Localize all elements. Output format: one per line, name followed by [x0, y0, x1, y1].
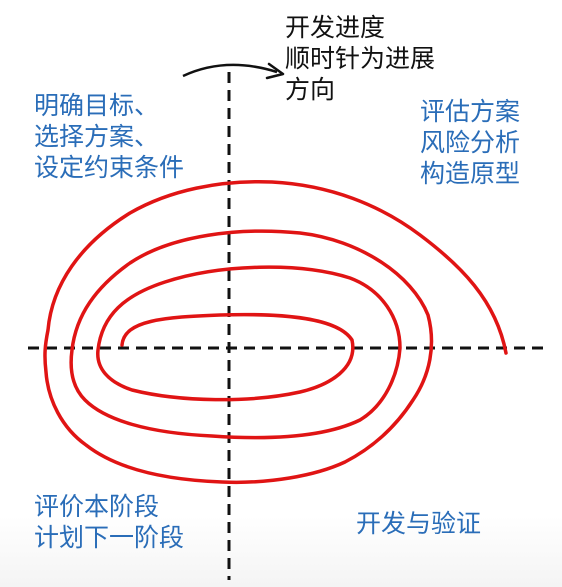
quadrant-bottom-left-label: 评价本阶段 计划下一阶段: [34, 491, 184, 553]
direction-line-2: 顺时针为进展: [285, 44, 436, 73]
quadrant-bottom-right-label: 开发与验证: [356, 508, 481, 539]
quadrant-top-left-label: 明确目标、 选择方案、 设定约束条件: [34, 90, 184, 183]
quadrant-top-right-label: 评估方案 风险分析 构造原型: [420, 96, 520, 189]
spiral-curve: [43, 180, 508, 485]
spiral-model-diagram: 开发进度 顺时针为进展 方向 明确目标、 选择方案、 设定约束条件 评估方案 风…: [0, 0, 562, 587]
top-left-line-2: 选择方案、: [34, 122, 160, 151]
bottom-left-line-2: 计划下一阶段: [34, 523, 185, 552]
direction-label: 开发进度 顺时针为进展 方向: [285, 12, 435, 105]
top-right-line-1: 评估方案: [420, 97, 521, 126]
direction-line-1: 开发进度: [285, 13, 386, 42]
top-left-line-3: 设定约束条件: [34, 153, 185, 182]
top-right-line-2: 风险分析: [420, 128, 521, 157]
top-left-line-1: 明确目标、: [34, 91, 160, 120]
top-right-line-3: 构造原型: [420, 159, 521, 188]
bottom-left-line-1: 评价本阶段: [34, 492, 160, 521]
bottom-right-line-1: 开发与验证: [356, 509, 482, 538]
direction-line-3: 方向: [285, 75, 336, 104]
